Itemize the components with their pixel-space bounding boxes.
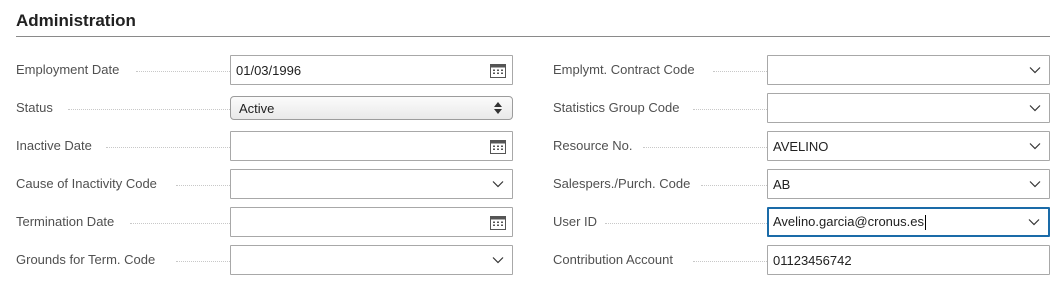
field-row-inactive-date: Inactive Date: [16, 131, 513, 161]
chevron-down-icon[interactable]: [484, 246, 512, 274]
status-select[interactable]: Active: [230, 96, 513, 120]
user-id-label: User ID: [553, 207, 606, 237]
statistics-group-code-label: Statistics Group Code: [553, 93, 688, 123]
inactive-date-input[interactable]: [230, 131, 513, 161]
field-row-salespers-purch-code: Salespers./Purch. Code AB: [553, 169, 1050, 199]
salespers-purch-code-value: AB: [773, 176, 791, 192]
emplymt-contract-code-input[interactable]: [767, 55, 1050, 85]
user-id-input[interactable]: Avelino.garcia@cronus.es: [767, 207, 1050, 237]
left-column: Employment Date 01/03/1996 Status Active…: [16, 55, 513, 283]
resource-no-label: Resource No.: [553, 131, 641, 161]
field-row-grounds-for-term-code: Grounds for Term. Code: [16, 245, 513, 275]
field-row-resource-no: Resource No. AVELINO: [553, 131, 1050, 161]
field-row-termination-date: Termination Date: [16, 207, 513, 237]
resource-no-value: AVELINO: [773, 138, 829, 154]
resource-no-input[interactable]: AVELINO: [767, 131, 1050, 161]
employment-date-value: 01/03/1996: [236, 62, 302, 78]
right-column: Emplymt. Contract Code Statistics Group …: [553, 55, 1050, 283]
contribution-account-input[interactable]: 01123456742: [767, 245, 1050, 275]
section-title: Administration: [16, 11, 136, 30]
field-row-statistics-group-code: Statistics Group Code: [553, 93, 1050, 123]
chevron-down-icon[interactable]: [1020, 208, 1048, 236]
chevron-down-icon[interactable]: [1021, 56, 1049, 84]
field-row-employment-date: Employment Date 01/03/1996: [16, 55, 513, 85]
status-value: Active: [239, 100, 275, 116]
inactive-date-label: Inactive Date: [16, 131, 100, 161]
statistics-group-code-input[interactable]: [767, 93, 1050, 123]
employment-date-input[interactable]: 01/03/1996: [230, 55, 513, 85]
field-row-status: Status Active: [16, 93, 513, 123]
field-row-user-id: User ID Avelino.garcia@cronus.es: [553, 207, 1050, 237]
chevron-down-icon[interactable]: [1021, 94, 1049, 122]
contribution-account-label: Contribution Account: [553, 245, 681, 275]
calendar-icon[interactable]: [484, 132, 512, 160]
employment-date-label: Employment Date: [16, 55, 128, 85]
field-row-cause-of-inactivity-code: Cause of Inactivity Code: [16, 169, 513, 199]
grounds-for-term-code-label: Grounds for Term. Code: [16, 245, 164, 275]
section-header: Administration: [16, 10, 1050, 37]
salespers-purch-code-label: Salespers./Purch. Code: [553, 169, 699, 199]
chevron-down-icon[interactable]: [484, 170, 512, 198]
updown-arrows-icon: [484, 97, 512, 119]
text-caret: [924, 215, 926, 231]
emplymt-contract-code-label: Emplymt. Contract Code: [553, 55, 703, 85]
chevron-down-icon[interactable]: [1021, 132, 1049, 160]
grounds-for-term-code-input[interactable]: [230, 245, 513, 275]
field-row-contribution-account: Contribution Account 01123456742: [553, 245, 1050, 275]
cause-of-inactivity-code-input[interactable]: [230, 169, 513, 199]
cause-of-inactivity-code-label: Cause of Inactivity Code: [16, 169, 165, 199]
status-label: Status: [16, 93, 61, 123]
termination-date-label: Termination Date: [16, 207, 123, 237]
calendar-icon[interactable]: [484, 56, 512, 84]
calendar-icon[interactable]: [484, 208, 512, 236]
chevron-down-icon[interactable]: [1021, 170, 1049, 198]
salespers-purch-code-input[interactable]: AB: [767, 169, 1050, 199]
contribution-account-value: 01123456742: [773, 252, 852, 268]
termination-date-input[interactable]: [230, 207, 513, 237]
user-id-value: Avelino.garcia@cronus.es: [773, 213, 924, 229]
field-row-emplymt-contract-code: Emplymt. Contract Code: [553, 55, 1050, 85]
